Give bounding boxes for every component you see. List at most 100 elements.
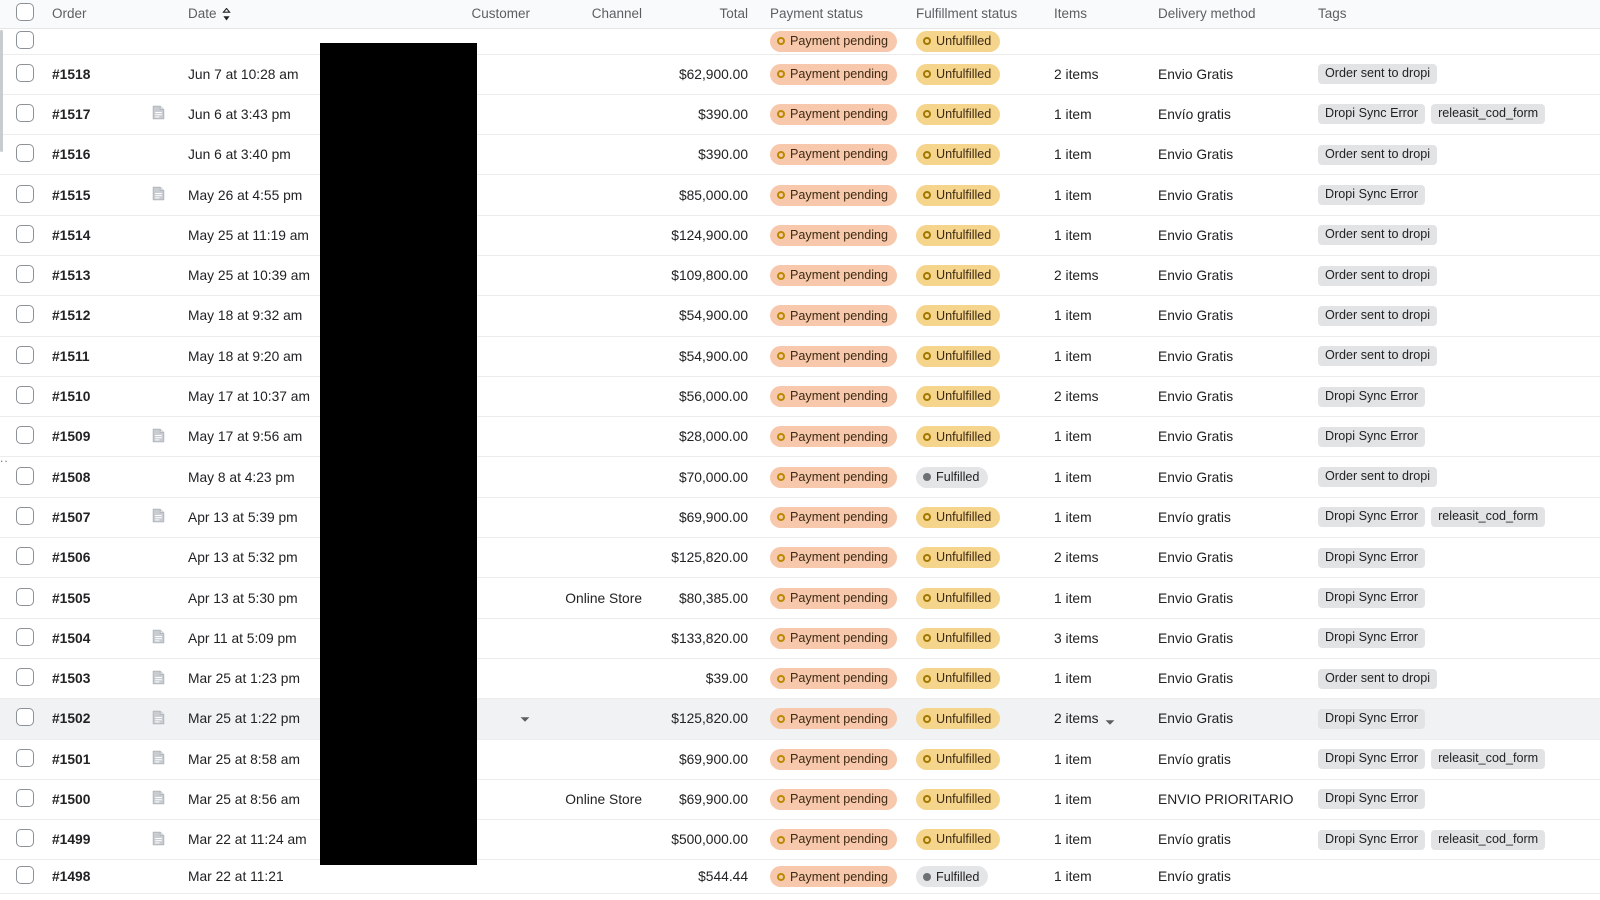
header-payment-status[interactable]: Payment status — [762, 0, 908, 28]
order-number-cell[interactable]: #1505 — [44, 578, 152, 618]
tag-chip[interactable]: releasit_cod_form — [1431, 104, 1545, 124]
row-select-checkbox-cell[interactable] — [0, 578, 44, 618]
tag-chip[interactable]: Dropi Sync Error — [1318, 387, 1425, 407]
row-select-checkbox-cell[interactable] — [0, 175, 44, 215]
order-number-cell[interactable]: #1511 — [44, 336, 152, 376]
checkbox-icon[interactable] — [16, 866, 34, 884]
tag-chip[interactable]: Dropi Sync Error — [1318, 427, 1425, 447]
header-channel[interactable]: Channel — [530, 0, 642, 28]
tag-chip[interactable]: Dropi Sync Error — [1318, 628, 1425, 648]
row-select-checkbox-cell[interactable] — [0, 28, 44, 54]
tag-chip[interactable]: Order sent to dropi — [1318, 669, 1437, 689]
row-select-checkbox-cell[interactable] — [0, 376, 44, 416]
order-note-cell[interactable] — [152, 538, 180, 578]
table-row[interactable]: #1516Jun 6 at 3:40 pm$390.00Payment pend… — [0, 135, 1600, 175]
order-note-cell[interactable] — [152, 578, 180, 618]
order-number-cell[interactable]: #1517 — [44, 94, 152, 134]
checkbox-icon[interactable] — [16, 265, 34, 283]
order-number-cell[interactable]: #1500 — [44, 779, 152, 819]
tag-chip[interactable]: Order sent to dropi — [1318, 225, 1437, 245]
document-icon[interactable] — [152, 834, 165, 849]
tag-chip[interactable]: Order sent to dropi — [1318, 467, 1437, 487]
tag-chip[interactable]: Order sent to dropi — [1318, 306, 1437, 326]
table-row[interactable]: #1518Jun 7 at 10:28 am$62,900.00Payment … — [0, 54, 1600, 94]
order-note-cell[interactable] — [152, 255, 180, 295]
table-row[interactable]: #1503Mar 25 at 1:23 pm$39.00Payment pend… — [0, 658, 1600, 698]
row-select-checkbox-cell[interactable] — [0, 779, 44, 819]
table-row[interactable]: #1517Jun 6 at 3:43 pm$390.00Payment pend… — [0, 94, 1600, 134]
header-select-all[interactable] — [0, 0, 44, 28]
vertical-scroll-indicator[interactable] — [0, 30, 3, 152]
checkbox-icon[interactable] — [16, 3, 34, 21]
tag-chip[interactable]: Dropi Sync Error — [1318, 789, 1425, 809]
order-number-cell[interactable]: #1510 — [44, 376, 152, 416]
order-number-cell[interactable]: #1515 — [44, 175, 152, 215]
row-select-checkbox-cell[interactable] — [0, 255, 44, 295]
row-select-checkbox-cell[interactable] — [0, 658, 44, 698]
order-number-cell[interactable]: #1516 — [44, 135, 152, 175]
chevron-down-icon[interactable] — [1105, 714, 1115, 721]
document-icon[interactable] — [152, 713, 165, 728]
table-row[interactable]: #1508May 8 at 4:23 pm$70,000.00Payment p… — [0, 457, 1600, 497]
order-note-cell[interactable] — [152, 296, 180, 336]
table-row[interactable]: #1504Apr 11 at 5:09 pm$133,820.00Payment… — [0, 618, 1600, 658]
order-number-cell[interactable]: #1509 — [44, 417, 152, 457]
header-tags[interactable]: Tags — [1308, 0, 1600, 28]
table-row[interactable]: #1511May 18 at 9:20 am$54,900.00Payment … — [0, 336, 1600, 376]
checkbox-icon[interactable] — [16, 386, 34, 404]
order-number-cell[interactable]: #1507 — [44, 497, 152, 537]
order-number-cell[interactable]: #1514 — [44, 215, 152, 255]
order-note-cell[interactable] — [152, 618, 180, 658]
row-select-checkbox-cell[interactable] — [0, 296, 44, 336]
sort-arrows-icon[interactable] — [222, 8, 231, 21]
chevron-down-icon[interactable] — [520, 711, 530, 718]
order-note-cell[interactable] — [152, 658, 180, 698]
header-items[interactable]: Items — [1044, 0, 1148, 28]
order-note-cell[interactable] — [152, 336, 180, 376]
order-note-cell[interactable] — [152, 215, 180, 255]
checkbox-icon[interactable] — [16, 668, 34, 686]
table-row[interactable]: #1510May 17 at 10:37 am$56,000.00Payment… — [0, 376, 1600, 416]
checkbox-icon[interactable] — [16, 507, 34, 525]
tag-chip[interactable]: Dropi Sync Error — [1318, 104, 1425, 124]
tag-chip[interactable]: Order sent to dropi — [1318, 346, 1437, 366]
order-note-cell[interactable] — [152, 820, 180, 860]
document-icon[interactable] — [152, 632, 165, 647]
table-row[interactable]: #1513May 25 at 10:39 am$109,800.00Paymen… — [0, 255, 1600, 295]
checkbox-icon[interactable] — [16, 426, 34, 444]
checkbox-icon[interactable] — [16, 467, 34, 485]
row-select-checkbox-cell[interactable] — [0, 739, 44, 779]
tag-chip[interactable]: Dropi Sync Error — [1318, 548, 1425, 568]
header-delivery-method[interactable]: Delivery method — [1148, 0, 1308, 28]
order-note-cell[interactable] — [152, 94, 180, 134]
tag-chip[interactable]: Dropi Sync Error — [1318, 185, 1425, 205]
table-row[interactable]: Payment pendingUnfulfilled — [0, 28, 1600, 54]
document-icon[interactable] — [152, 511, 165, 526]
order-number-cell[interactable] — [44, 28, 152, 54]
tag-chip[interactable]: Dropi Sync Error — [1318, 588, 1425, 608]
order-note-cell[interactable] — [152, 417, 180, 457]
table-row[interactable]: #1509May 17 at 9:56 am$28,000.00Payment … — [0, 417, 1600, 457]
order-note-cell[interactable] — [152, 175, 180, 215]
table-row[interactable]: #1506Apr 13 at 5:32 pm$125,820.00Payment… — [0, 538, 1600, 578]
row-select-checkbox-cell[interactable] — [0, 820, 44, 860]
header-order[interactable]: Order — [44, 0, 152, 28]
checkbox-icon[interactable] — [16, 64, 34, 82]
tag-chip[interactable]: Order sent to dropi — [1318, 145, 1437, 165]
tag-chip[interactable]: Dropi Sync Error — [1318, 830, 1425, 850]
tag-chip[interactable]: Dropi Sync Error — [1318, 709, 1425, 729]
tag-chip[interactable]: releasit_cod_form — [1431, 507, 1545, 527]
row-select-checkbox-cell[interactable] — [0, 618, 44, 658]
checkbox-icon[interactable] — [16, 749, 34, 767]
order-note-cell[interactable] — [152, 779, 180, 819]
table-row[interactable]: #1502Mar 25 at 1:22 pm$125,820.00Payment… — [0, 699, 1600, 739]
order-note-cell[interactable] — [152, 860, 180, 894]
document-icon[interactable] — [152, 431, 165, 446]
row-select-checkbox-cell[interactable] — [0, 135, 44, 175]
orders-table-scroll-region[interactable]: Order Date — [0, 0, 1600, 900]
order-number-cell[interactable]: #1503 — [44, 658, 152, 698]
row-select-checkbox-cell[interactable] — [0, 54, 44, 94]
order-note-cell[interactable] — [152, 54, 180, 94]
table-row[interactable]: #1512May 18 at 9:32 am$54,900.00Payment … — [0, 296, 1600, 336]
order-note-cell[interactable] — [152, 497, 180, 537]
